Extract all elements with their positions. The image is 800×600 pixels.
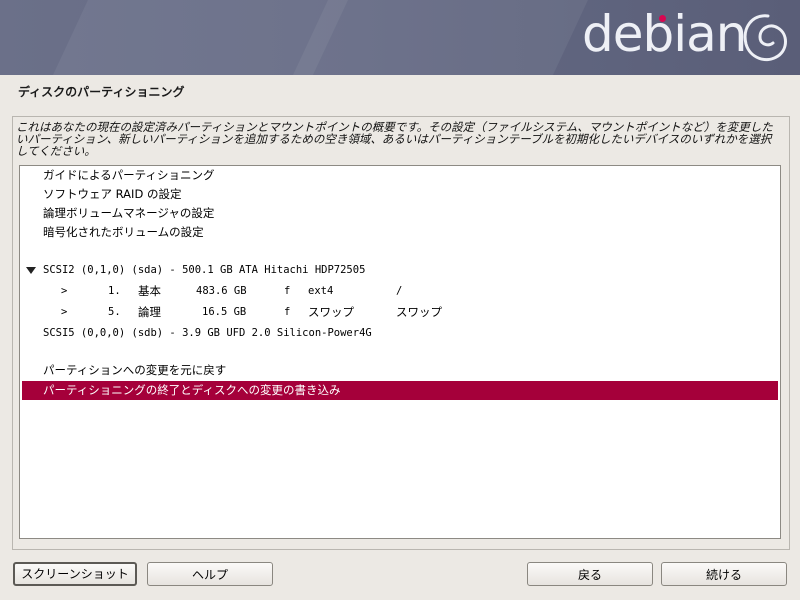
header-banner: debian [0,0,800,75]
debian-swirl-icon [743,14,787,61]
partition-marker: > [61,285,68,297]
list-item-lvm[interactable]: 論理ボリュームマネージャの設定 [22,204,778,223]
page-title: ディスクのパーティショニング [18,85,185,99]
partition-list[interactable]: ガイドによるパーティショニング ソフトウェア RAID の設定 論理ボリュームマ… [19,165,781,539]
logo-dot [659,15,666,22]
continue-button[interactable]: 続ける [661,562,787,586]
list-item-guided[interactable]: ガイドによるパーティショニング [22,166,778,185]
partition-number: 1. [108,285,121,297]
partition-number: 5. [108,306,121,318]
description-text: これはあなたの現在の設定済みパーティションとマウントポイントの概要です。その設定… [16,120,773,158]
partition-filesystem: スワップ [308,305,354,319]
partition-filesystem: ext4 [308,285,334,297]
partition-flag: f [284,285,291,297]
partition-type: 論理 [138,305,161,319]
list-item-undo[interactable]: パーティションへの変更を元に戻す [22,361,778,380]
partition-mountpoint: スワップ [396,305,442,319]
list-item-label: ソフトウェア RAID の設定 [43,187,182,201]
list-item-label: ガイドによるパーティショニング [43,168,215,182]
partition-row-5[interactable]: > 5. 論理 16.5 GB f スワップ スワップ [22,303,778,322]
partition-flag: f [284,306,291,318]
partition-type: 基本 [138,284,161,298]
partition-size: 16.5 GB [202,306,247,318]
screenshot-button[interactable]: スクリーンショット [13,562,137,586]
partition-row-1[interactable]: > 1. 基本 483.6 GB f ext4 / [22,282,778,301]
partition-size: 483.6 GB [196,285,247,297]
disk-label: SCSI2 (0,1,0) (sda) - 500.1 GB ATA Hitac… [43,264,366,276]
list-item-label: パーティションへの変更を元に戻す [43,363,227,377]
partition-marker: > [61,306,68,318]
list-item-label: 論理ボリュームマネージャの設定 [43,206,215,220]
disk-row-sda[interactable]: SCSI2 (0,1,0) (sda) - 500.1 GB ATA Hitac… [22,261,778,280]
partition-mountpoint: / [396,285,403,297]
debian-logo: debian [582,5,747,63]
back-button[interactable]: 戻る [527,562,653,586]
list-item-raid[interactable]: ソフトウェア RAID の設定 [22,185,778,204]
list-item-label: 暗号化されたボリュームの設定 [43,225,204,239]
disk-label: SCSI5 (0,0,0) (sdb) - 3.9 GB UFD 2.0 Sil… [43,327,372,339]
expand-triangle-icon[interactable] [26,267,36,274]
list-item-label: パーティショニングの終了とディスクへの変更の書き込み [43,383,341,397]
list-item-crypto[interactable]: 暗号化されたボリュームの設定 [22,223,778,242]
list-item-finish[interactable]: パーティショニングの終了とディスクへの変更の書き込み [22,381,778,400]
disk-row-sdb[interactable]: SCSI5 (0,0,0) (sdb) - 3.9 GB UFD 2.0 Sil… [22,324,778,343]
help-button[interactable]: ヘルプ [147,562,273,586]
